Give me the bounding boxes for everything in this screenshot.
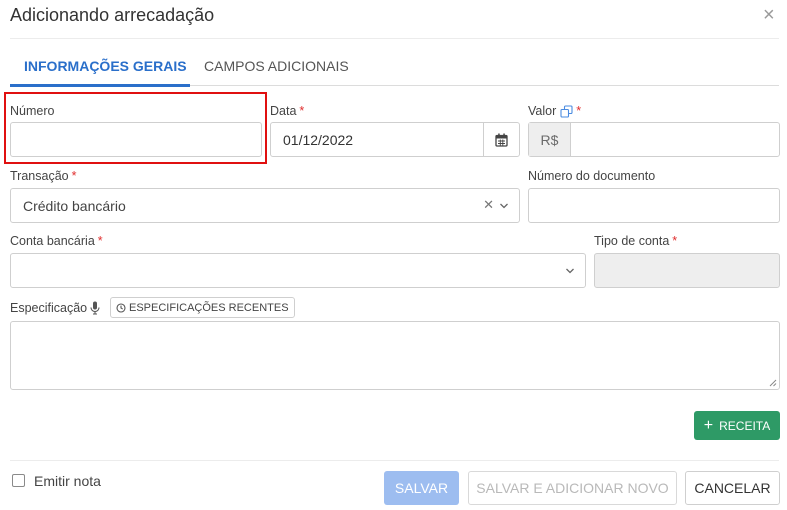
especificacao-label: Especificação (10, 301, 100, 315)
required-mark: * (576, 104, 582, 118)
resize-handle-icon[interactable] (769, 379, 777, 387)
numero-documento-label: Número do documento (528, 169, 656, 183)
copy-icon[interactable] (560, 104, 573, 118)
chevron-down-icon[interactable] (565, 266, 575, 276)
salvar-e-adicionar-novo-button[interactable]: SALVAR E ADICIONAR NOVO (468, 471, 677, 505)
tab-bar: INFORMAÇÕES GERAIS CAMPOS ADICIONAIS (10, 56, 779, 87)
especificacoes-recentes-label: ESPECIFICAÇÕES RECENTES (129, 301, 289, 314)
emitir-nota-label[interactable]: Emitir nota (34, 473, 101, 489)
tipo-conta-label: Tipo de conta * (594, 234, 677, 248)
active-tab-indicator (10, 84, 190, 87)
cancelar-button[interactable]: CANCELAR (685, 471, 780, 505)
required-mark: * (97, 234, 103, 248)
data-field[interactable] (270, 122, 520, 157)
valor-label: Valor * (528, 104, 581, 118)
currency-addon: R$ (529, 123, 571, 156)
clear-icon[interactable]: ✕ (483, 197, 494, 213)
salvar-button[interactable]: SALVAR (384, 471, 459, 505)
header-divider (10, 38, 779, 39)
conta-bancaria-select[interactable] (10, 253, 586, 288)
numero-documento-field[interactable] (528, 188, 780, 223)
transacao-selected-value: Crédito bancário (23, 198, 126, 214)
microphone-icon[interactable] (90, 301, 100, 315)
required-mark: * (299, 104, 305, 118)
especificacao-textarea[interactable] (10, 321, 780, 390)
tab-campos-adicionais[interactable]: CAMPOS ADICIONAIS (204, 58, 349, 74)
valor-label-text: Valor (528, 104, 557, 118)
emitir-nota-checkbox[interactable] (12, 474, 25, 487)
calendar-icon (495, 133, 508, 147)
numero-field[interactable] (10, 122, 262, 157)
dialog-title: Adicionando arrecadação (10, 5, 215, 25)
tipo-conta-field (594, 253, 780, 288)
numero-label: Número (10, 104, 55, 118)
required-mark: * (672, 234, 678, 248)
close-icon[interactable]: × (763, 4, 775, 26)
footer-divider (10, 460, 779, 461)
tipo-conta-input (595, 254, 779, 287)
valor-field[interactable]: R$ (528, 122, 780, 157)
add-receita-button[interactable]: + RECEITA (694, 411, 780, 440)
transacao-select[interactable]: Crédito bancário ✕ (10, 188, 520, 223)
receita-button-label: RECEITA (719, 418, 771, 433)
especificacoes-recentes-button[interactable]: ESPECIFICAÇÕES RECENTES (110, 297, 295, 318)
data-input[interactable] (271, 123, 519, 156)
tipo-conta-label-text: Tipo de conta (594, 234, 670, 248)
conta-bancaria-label: Conta bancária * (10, 234, 103, 248)
numero-documento-input[interactable] (529, 189, 779, 222)
calendar-button[interactable] (483, 123, 519, 156)
data-label: Data * (270, 104, 304, 118)
conta-bancaria-label-text: Conta bancária (10, 234, 95, 248)
tab-informacoes-gerais[interactable]: INFORMAÇÕES GERAIS (24, 58, 187, 74)
plus-icon: + (703, 416, 714, 434)
numero-input[interactable] (11, 123, 261, 156)
chevron-down-icon[interactable] (499, 201, 509, 211)
clock-icon (116, 302, 126, 313)
required-mark: * (71, 169, 77, 183)
transacao-label-text: Transação (10, 169, 69, 183)
especificacao-label-text: Especificação (10, 301, 88, 315)
data-label-text: Data (270, 104, 297, 118)
transacao-label: Transação * (10, 169, 76, 183)
